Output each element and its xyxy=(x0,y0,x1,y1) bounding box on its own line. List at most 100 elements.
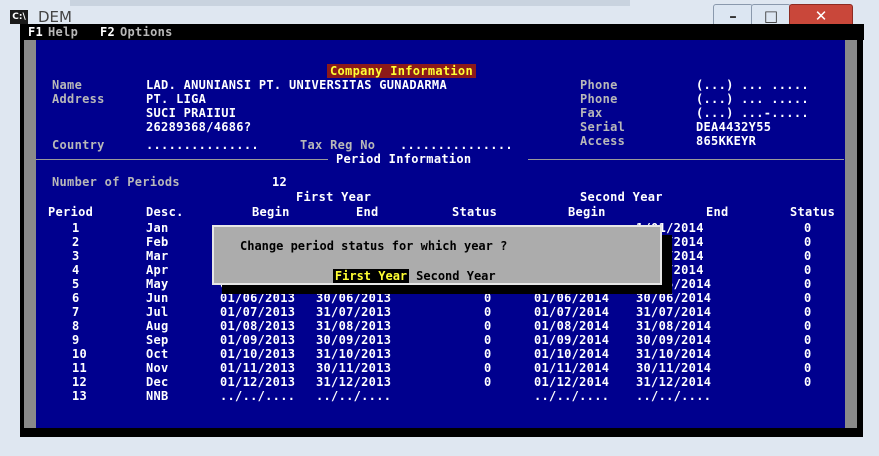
periods-count-value[interactable]: 12 xyxy=(272,175,287,189)
row-7-begin-1[interactable]: 01/07/2013 xyxy=(220,305,295,319)
maximize-icon: □ xyxy=(763,7,779,25)
row-4-period-desc: Apr xyxy=(146,263,169,277)
row-12-begin-1[interactable]: 01/12/2013 xyxy=(220,375,295,389)
row-7-status-2[interactable]: 0 xyxy=(804,305,812,319)
address-line-3[interactable]: 26289368/4686? xyxy=(146,120,251,134)
first-year-label: First Year xyxy=(296,190,372,204)
row-12-status-1[interactable]: 0 xyxy=(484,375,492,389)
address-line-1[interactable]: PT. LIGA xyxy=(146,92,206,106)
phone-value[interactable]: (...) ... ..... xyxy=(696,78,809,92)
row-3-status-2[interactable]: 0 xyxy=(804,249,812,263)
row-7-period-num: 7 xyxy=(72,305,80,319)
first-year-option[interactable]: First Year xyxy=(332,269,410,283)
row-9-end-2[interactable]: 30/09/2014 xyxy=(636,333,711,347)
fax-label: Fax xyxy=(580,106,603,120)
row-11-status-1[interactable]: 0 xyxy=(484,361,492,375)
row-8-end-2[interactable]: 31/08/2014 xyxy=(636,319,711,333)
row-5-period-desc: May xyxy=(146,277,169,291)
row-5-status-2[interactable]: 0 xyxy=(804,277,812,291)
menu-f2-key[interactable]: F2 xyxy=(100,25,115,39)
row-7-status-1[interactable]: 0 xyxy=(484,305,492,319)
row-9-status-1[interactable]: 0 xyxy=(484,333,492,347)
tax-label: Tax Reg No xyxy=(300,138,376,152)
row-12-end-2[interactable]: 31/12/2014 xyxy=(636,375,711,389)
row-8-begin-2[interactable]: 01/08/2014 xyxy=(534,319,609,333)
serial-value: DEA4432Y55 xyxy=(696,120,772,134)
row-12-period-num: 12 xyxy=(72,375,88,389)
period-divider-right xyxy=(528,159,844,160)
row-11-period-num: 11 xyxy=(72,361,88,375)
row-2-period-desc: Feb xyxy=(146,235,169,249)
left-border-shade xyxy=(24,40,36,428)
row-9-status-2[interactable]: 0 xyxy=(804,333,812,347)
row-12-end-1[interactable]: 31/12/2013 xyxy=(316,375,391,389)
second-year-option[interactable]: Second Year xyxy=(409,269,495,283)
menu-f1-key[interactable]: F1 xyxy=(28,25,43,39)
phone2-value[interactable]: (...) ... ..... xyxy=(696,92,809,106)
address-line-2[interactable]: SUCI PRAIIUI xyxy=(146,106,236,120)
titlebar-blur xyxy=(70,0,630,6)
row-10-status-2[interactable]: 0 xyxy=(804,347,812,361)
row-7-end-1[interactable]: 31/07/2013 xyxy=(316,305,391,319)
right-border-shade xyxy=(845,40,857,428)
row-7-period-desc: Jul xyxy=(146,305,169,319)
row-12-begin-2[interactable]: 01/12/2014 xyxy=(534,375,609,389)
row-11-begin-2[interactable]: 01/11/2014 xyxy=(534,361,609,375)
row-8-status-2[interactable]: 0 xyxy=(804,319,812,333)
row-1-period-desc: Jan xyxy=(146,221,169,235)
col-period: Period xyxy=(48,205,94,219)
row-8-end-1[interactable]: 31/08/2013 xyxy=(316,319,391,333)
col-status-2: Status xyxy=(790,205,836,219)
row-2-status-2[interactable]: 0 xyxy=(804,235,812,249)
address-label: Address xyxy=(52,92,105,106)
row-13-period-num: 13 xyxy=(72,389,88,403)
row-9-begin-2[interactable]: 01/09/2014 xyxy=(534,333,609,347)
row-11-begin-1[interactable]: 01/11/2013 xyxy=(220,361,295,375)
app-icon: C:\ xyxy=(10,10,28,24)
access-value: 865KKEYR xyxy=(696,134,757,148)
row-4-period-num: 4 xyxy=(72,263,80,277)
second-year-label: Second Year xyxy=(580,190,663,204)
row-10-status-1[interactable]: 0 xyxy=(484,347,492,361)
row-6-status-2[interactable]: 0 xyxy=(804,291,812,305)
tax-value[interactable]: ............... xyxy=(400,138,513,152)
row-1-period-num: 1 xyxy=(72,221,80,235)
col-desc: Desc. xyxy=(146,205,184,219)
dialog-options: First Year Second Year xyxy=(304,255,496,297)
row-13-end-1[interactable]: ../../.... xyxy=(316,389,391,403)
phone-label: Phone xyxy=(580,78,618,92)
menu-options[interactable]: Options xyxy=(120,25,173,39)
row-9-begin-1[interactable]: 01/09/2013 xyxy=(220,333,295,347)
row-13-end-2[interactable]: ../../.... xyxy=(636,389,711,403)
row-2-period-num: 2 xyxy=(72,235,80,249)
row-7-end-2[interactable]: 31/07/2014 xyxy=(636,305,711,319)
row-11-end-1[interactable]: 30/11/2013 xyxy=(316,361,391,375)
row-8-period-desc: Aug xyxy=(146,319,169,333)
row-12-status-2[interactable]: 0 xyxy=(804,375,812,389)
periods-count-label: Number of Periods xyxy=(52,175,180,189)
row-13-begin-2[interactable]: ../../.... xyxy=(534,389,609,403)
fax-value[interactable]: (...) ...-..... xyxy=(696,106,809,120)
row-4-status-2[interactable]: 0 xyxy=(804,263,812,277)
row-10-begin-2[interactable]: 01/10/2014 xyxy=(534,347,609,361)
row-11-status-2[interactable]: 0 xyxy=(804,361,812,375)
row-10-end-2[interactable]: 31/10/2014 xyxy=(636,347,711,361)
name-value[interactable]: LAD. ANUNIANSI PT. UNIVERSITAS GUNADARMA xyxy=(146,78,447,92)
col-end-2: End xyxy=(706,205,729,219)
row-11-end-2[interactable]: 30/11/2014 xyxy=(636,361,711,375)
row-8-begin-1[interactable]: 01/08/2013 xyxy=(220,319,295,333)
row-9-end-1[interactable]: 30/09/2013 xyxy=(316,333,391,347)
country-value[interactable]: ............... xyxy=(146,138,259,152)
menu-help[interactable]: Help xyxy=(48,25,78,39)
serial-label: Serial xyxy=(580,120,626,134)
name-label: Name xyxy=(52,78,83,92)
row-8-status-1[interactable]: 0 xyxy=(484,319,492,333)
row-7-begin-2[interactable]: 01/07/2014 xyxy=(534,305,609,319)
row-8-period-num: 8 xyxy=(72,319,80,333)
row-3-period-num: 3 xyxy=(72,249,80,263)
row-10-end-1[interactable]: 31/10/2013 xyxy=(316,347,391,361)
row-13-period-desc: NNB xyxy=(146,389,169,403)
row-1-status-2[interactable]: 0 xyxy=(804,221,812,235)
row-10-begin-1[interactable]: 01/10/2013 xyxy=(220,347,295,361)
row-13-begin-1[interactable]: ../../.... xyxy=(220,389,295,403)
